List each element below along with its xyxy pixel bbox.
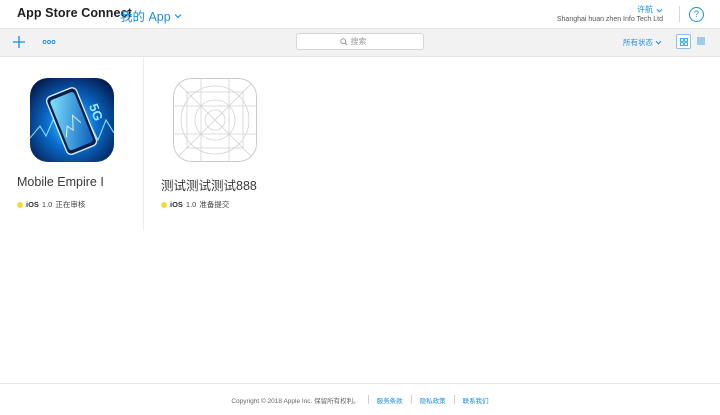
app-status-text: 正在审核 <box>55 200 86 209</box>
placeholder-app-icon[interactable] <box>173 78 257 162</box>
chevron-down-icon <box>174 13 182 18</box>
app-status: iOS 1.0 准备提交 <box>161 199 229 210</box>
app-status: iOS 1.0 正在审核 <box>17 199 85 210</box>
app-status-text: 准备提交 <box>199 200 230 209</box>
search-icon <box>339 37 348 46</box>
app-card[interactable]: 5G Mobile Empire I iOS 1.0 正在审核 <box>0 57 144 231</box>
plus-icon[interactable] <box>11 34 27 50</box>
contact-link[interactable]: 联系我们 <box>463 395 489 405</box>
status-filter-dropdown[interactable]: 所有状态 <box>623 37 662 48</box>
app-card[interactable]: 测试测试测试888 iOS 1.0 准备提交 <box>144 57 294 231</box>
account-menu[interactable]: 许航 Shanghai huan zhen Info Tech Ltd <box>557 5 663 25</box>
app-version: 1.0 <box>41 200 53 209</box>
grid-view-button[interactable] <box>676 34 691 49</box>
organization-name: Shanghai huan zhen Info Tech Ltd <box>556 16 663 23</box>
chevron-down-icon <box>656 8 663 12</box>
footer-divider <box>367 395 369 404</box>
more-dots-icon[interactable] <box>42 38 56 46</box>
status-filter-label: 所有状态 <box>623 38 653 47</box>
status-dot-icon <box>161 201 167 208</box>
header-divider <box>679 6 680 22</box>
list-view-icon <box>696 37 705 45</box>
search-input[interactable] <box>350 37 381 46</box>
chevron-down-icon <box>655 40 662 45</box>
search-field[interactable] <box>296 33 424 50</box>
footer-divider <box>410 395 412 404</box>
app-name[interactable]: 测试测试测试888 <box>161 175 257 194</box>
footer-divider <box>453 395 455 404</box>
terms-link[interactable]: 服务条款 <box>377 395 403 405</box>
list-view-button[interactable] <box>695 35 706 47</box>
app-version: 1.0 <box>185 200 197 209</box>
top-header: App Store Connect 我的 App 许航 Shanghai hua… <box>0 0 720 29</box>
page-footer: Copyright © 2018 Apple Inc. 保留所有权利。 服务条款… <box>0 383 720 415</box>
app-name[interactable]: Mobile Empire I <box>17 175 104 189</box>
brand-title[interactable]: App Store Connect <box>17 6 132 20</box>
status-dot-icon <box>17 201 23 208</box>
toolbar: 所有状态 <box>0 29 720 57</box>
privacy-link[interactable]: 隐私政策 <box>420 395 446 405</box>
5g-phone-app-icon[interactable]: 5G <box>30 78 114 162</box>
my-apps-label: 我的 App <box>120 10 171 24</box>
copyright-text: Copyright © 2018 Apple Inc. 保留所有权利。 <box>231 397 360 405</box>
app-platform: iOS <box>170 200 183 209</box>
grid-view-icon <box>679 37 688 46</box>
app-platform: iOS <box>26 200 39 209</box>
my-apps-menu[interactable]: 我的 App <box>120 6 182 25</box>
user-name: 许航 <box>637 5 653 14</box>
help-button[interactable]: ? <box>689 7 704 22</box>
